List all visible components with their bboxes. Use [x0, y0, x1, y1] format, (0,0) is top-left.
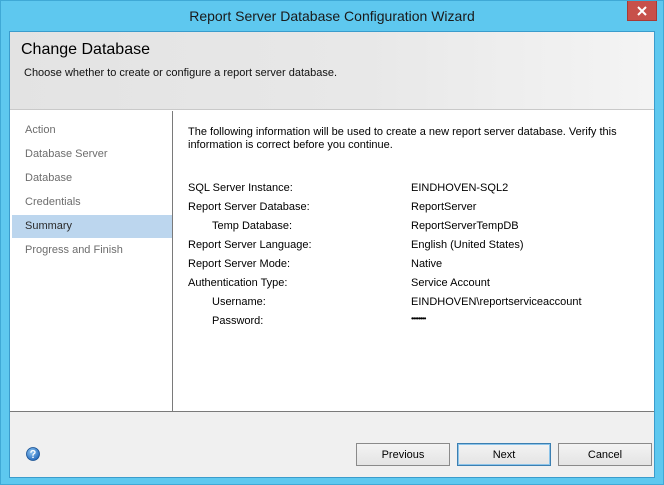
- wizard-client: Change Database Choose whether to create…: [9, 31, 655, 478]
- next-button[interactable]: Next: [457, 443, 551, 466]
- nav-step-progress-and-finish[interactable]: Progress and Finish: [12, 239, 172, 262]
- temp-database-value: ReportServerTempDB: [411, 220, 519, 232]
- report-server-database-label: Report Server Database:: [188, 201, 310, 213]
- wizard-steps-nav: Action Database Server Database Credenti…: [12, 111, 173, 411]
- button-bar: Previous Next Cancel: [10, 412, 654, 477]
- report-server-language-label: Report Server Language:: [188, 239, 312, 251]
- nav-step-database-server[interactable]: Database Server: [12, 143, 172, 166]
- nav-step-credentials[interactable]: Credentials: [12, 191, 172, 214]
- help-icon[interactable]: [26, 447, 40, 461]
- password-value: ••••••••: [411, 314, 426, 323]
- page-title: Change Database: [21, 41, 150, 58]
- window-title: Report Server Database Configuration Wiz…: [189, 8, 475, 24]
- report-server-database-value: ReportServer: [411, 201, 477, 213]
- title-bar[interactable]: Report Server Database Configuration Wiz…: [1, 1, 663, 31]
- page-header: Change Database Choose whether to create…: [10, 32, 654, 110]
- nav-step-summary[interactable]: Summary: [12, 215, 172, 238]
- nav-step-action[interactable]: Action: [12, 119, 172, 142]
- report-server-mode-value: Native: [411, 258, 443, 270]
- sql-instance-value: EINDHOVEN-SQL2: [411, 182, 509, 194]
- username-label: Username:: [212, 296, 266, 308]
- authentication-type-value: Service Account: [411, 277, 490, 289]
- temp-database-label: Temp Database:: [212, 220, 293, 232]
- nav-step-database[interactable]: Database: [12, 167, 172, 190]
- summary-intro-text: The following information will be used t…: [188, 126, 617, 151]
- page-subtitle: Choose whether to create or configure a …: [24, 67, 338, 79]
- summary-panel: The following information will be used t…: [175, 111, 654, 411]
- previous-button[interactable]: Previous: [356, 443, 450, 466]
- close-icon: [637, 5, 647, 16]
- authentication-type-label: Authentication Type:: [188, 277, 288, 289]
- password-label: Password:: [212, 315, 264, 327]
- username-value: EINDHOVEN\reportserviceaccount: [411, 296, 582, 308]
- report-server-mode-label: Report Server Mode:: [188, 258, 291, 270]
- cancel-button[interactable]: Cancel: [558, 443, 652, 466]
- wizard-window: Report Server Database Configuration Wiz…: [0, 0, 664, 485]
- report-server-language-value: English (United States): [411, 239, 524, 251]
- close-button[interactable]: [627, 1, 657, 21]
- sql-instance-label: SQL Server Instance:: [188, 182, 293, 194]
